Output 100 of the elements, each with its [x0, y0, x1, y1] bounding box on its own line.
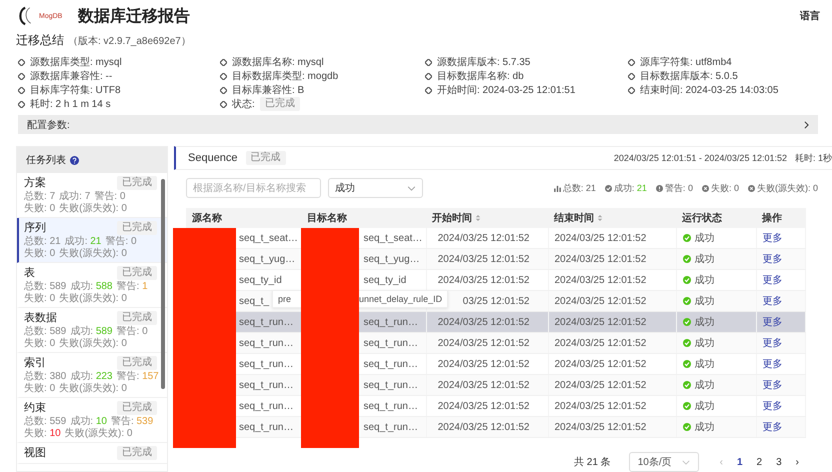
detail-title: Sequence [188, 152, 238, 164]
table-cell: seq_t_yug… [239, 254, 296, 264]
info-field: 源数据库版本: 5.7.35 [437, 55, 530, 69]
status-badge: 已完成 [260, 97, 300, 111]
diamond-bullet-icon [425, 72, 432, 80]
table-cell: seq_t_seat… [364, 232, 422, 244]
task-item[interactable]: 约束 已完成 总数: 559 成功: 10 警告: 539 失败: 10 失败(源失效): 0 [17, 398, 167, 443]
diamond-bullet-icon [628, 72, 635, 80]
task-stat: 失败(源失效): 0 [59, 203, 127, 215]
task-list-title: 任务列表 [26, 154, 66, 167]
column-header[interactable]: 结束时间 [548, 208, 676, 228]
task-stat: 总数: 380 [24, 371, 66, 382]
task-stat: 成功: 588 [70, 281, 112, 292]
task-stat: 总数: 7 [24, 191, 56, 202]
page-title: 数据库迁移报告 [78, 6, 190, 26]
task-stat: 总数: 559 [24, 416, 66, 428]
task-stat: 失败(源失效): 0 [59, 248, 127, 260]
more-link[interactable]: 更多 [762, 401, 782, 412]
diamond-bullet-icon [220, 58, 227, 66]
task-stat: 失败(源失效): 0 [59, 338, 127, 350]
cross-circle-icon [748, 184, 755, 192]
table-cell: 2024/03/25 12:01:52 [548, 290, 676, 312]
page-button[interactable]: 1 [734, 456, 746, 468]
info-field: 目标数据库名称: db [437, 69, 524, 83]
task-stat: 失败: 0 [24, 293, 56, 305]
task-stat: 警告: 0 [116, 326, 148, 338]
column-header: 目标名称 [301, 208, 426, 228]
check-circle-icon [682, 297, 690, 305]
help-icon[interactable] [70, 156, 79, 164]
task-stat: 总数: 589 [24, 281, 66, 292]
task-name: 序列 [24, 220, 46, 235]
task-stat: 失败: 0 [24, 248, 56, 260]
next-page-button[interactable]: › [792, 456, 802, 468]
info-field: 耗时: 2 h 1 m 14 s [30, 97, 111, 111]
exclamation-circle-icon [656, 184, 663, 192]
column-header: 操作 [756, 208, 806, 228]
config-label: 配置参数: [27, 118, 70, 132]
task-stat: 失败(源失效): 0 [64, 428, 132, 440]
table-cell: seq_t_run… [364, 380, 418, 390]
scrollbar[interactable] [161, 179, 165, 389]
table-cell: seq_t_ [239, 296, 270, 306]
page-size-dropdown[interactable]: 10条/页 [628, 452, 699, 472]
check-circle-icon [682, 423, 690, 431]
diamond-bullet-icon [220, 86, 227, 94]
task-name: 表数据 [24, 311, 57, 325]
diamond-bullet-icon [18, 58, 25, 66]
task-name: 视图 [24, 446, 46, 460]
more-link[interactable]: 更多 [762, 275, 782, 286]
diamond-bullet-icon [18, 100, 25, 108]
table-cell: seq_ty_id [364, 274, 406, 286]
diamond-bullet-icon [18, 72, 25, 80]
language-menu[interactable]: 语言 [800, 9, 820, 23]
table-cell: 2024/03/25 12:01:52 [548, 374, 676, 396]
diamond-bullet-icon [425, 86, 432, 94]
column-header[interactable]: 开始时间 [426, 208, 548, 228]
check-circle-icon [682, 360, 690, 368]
task-item[interactable]: 序列 已完成 总数: 21 成功: 21 警告: 0 失败: 0 失败(源失效): 0 [17, 218, 167, 263]
status-filter-dropdown[interactable]: 成功 [328, 178, 423, 198]
page-button[interactable]: 2 [754, 456, 766, 468]
status-text: 成功 [694, 420, 714, 434]
info-field: 源数据库名称: mysql [232, 55, 324, 69]
info-field: 目标数据库版本: 5.0.5 [640, 69, 738, 83]
table-cell: 2024/03/25 12:01:52 [426, 374, 548, 396]
table-cell: 2024/03/25 12:01:52 [426, 248, 548, 270]
task-stat: 失败: 10 [24, 428, 61, 440]
version-label: （版本: v2.9.7_a8e692e7） [68, 34, 191, 48]
status-text: 成功 [694, 252, 714, 266]
table-cell: seq_ty_id [239, 274, 282, 286]
status-badge: 已完成 [117, 446, 157, 460]
more-link[interactable]: 更多 [762, 359, 782, 370]
status-badge: 已完成 [117, 310, 157, 324]
diamond-bullet-icon [628, 86, 635, 94]
bar-chart-icon [554, 184, 561, 192]
summary-stat: 成功: 21 [614, 182, 647, 194]
task-stat: 警告: 1 [116, 281, 148, 293]
page-button[interactable]: 3 [773, 456, 785, 468]
time-range: 2024/03/25 12:01:51 - 2024/03/25 12:01:52 [614, 153, 787, 163]
task-name: 约束 [24, 401, 46, 415]
task-item[interactable]: 视图 已完成 [17, 443, 167, 464]
search-field[interactable]: 根据源名称/目标名称搜索 [186, 178, 321, 198]
table-cell: 2024/03/25 12:01:52 [426, 332, 548, 354]
info-field: 目标数据库类型: mogdb [232, 69, 338, 83]
status-text: 成功 [694, 400, 714, 413]
info-field: 结束时间: 2024-03-25 14:03:05 [640, 83, 778, 97]
config-bar[interactable]: 配置参数: [18, 115, 818, 134]
check-circle-icon [682, 318, 690, 326]
more-link[interactable]: 更多 [762, 233, 782, 244]
task-stat: 警告: 539 [110, 416, 154, 428]
status-badge: 已完成 [117, 176, 157, 190]
task-stat: 警告: 0 [94, 191, 126, 202]
table-cell: seq_t_run… [239, 358, 294, 370]
caret-icon [407, 186, 416, 190]
task-stat: 成功: 21 [64, 236, 102, 248]
task-stat: 成功: 589 [70, 326, 112, 338]
status-badge: 已完成 [246, 151, 286, 165]
diamond-bullet-icon [220, 100, 227, 108]
table-cell: seq_t_run… [364, 338, 418, 348]
task-name: 表 [24, 266, 35, 280]
status-badge: 已完成 [117, 400, 157, 414]
status-text: 成功 [694, 294, 714, 308]
